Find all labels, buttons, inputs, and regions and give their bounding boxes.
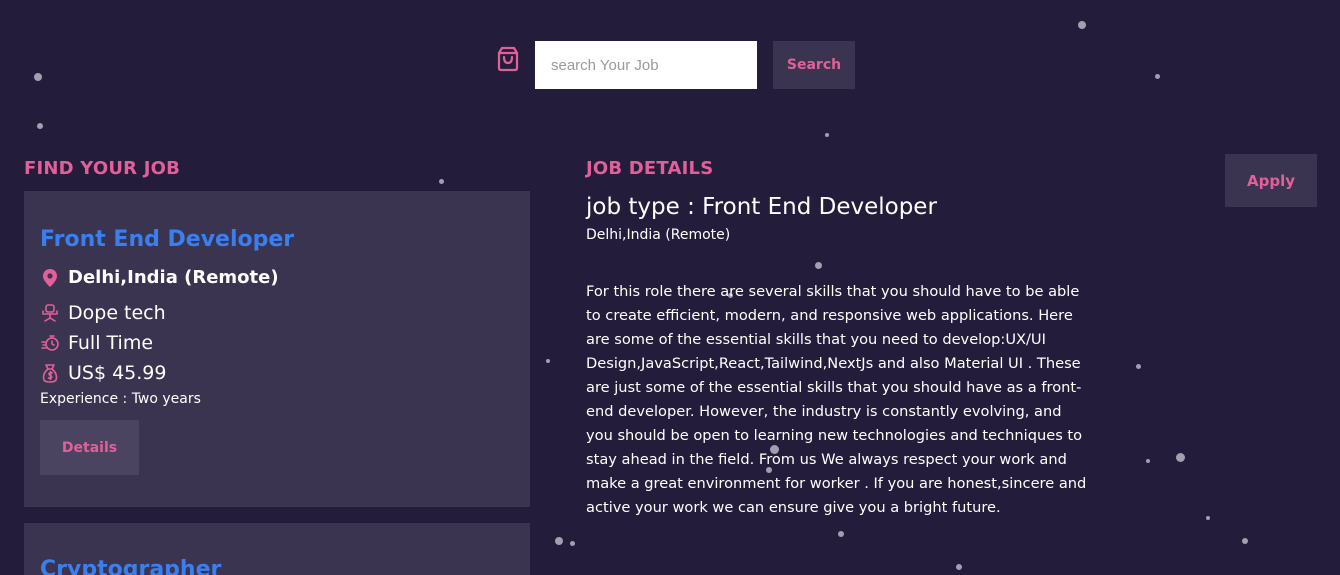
- find-your-job-heading: FIND YOUR JOB: [24, 158, 181, 179]
- background-particle: [439, 179, 444, 184]
- job-title[interactable]: Cryptographer: [40, 557, 221, 575]
- background-particle: [825, 133, 829, 137]
- background-particle: [1242, 538, 1248, 544]
- job-location: Delhi,India (Remote): [40, 267, 279, 288]
- location-pin-icon: [40, 268, 60, 288]
- background-particle: [815, 262, 822, 269]
- job-search-page: Search FIND YOUR JOB Front End Developer…: [0, 0, 1340, 575]
- job-salary: US$ 45.99: [40, 362, 167, 384]
- apply-button[interactable]: Apply: [1225, 154, 1317, 207]
- background-particle: [34, 73, 42, 81]
- job-description: For this role there are several skills t…: [586, 283, 1087, 516]
- shopping-bag-icon: [496, 45, 520, 72]
- job-title[interactable]: Front End Developer: [40, 227, 294, 252]
- stopwatch-icon: [40, 333, 60, 353]
- background-particle: [570, 541, 575, 546]
- background-particle: [546, 359, 550, 363]
- job-company-text: Dope tech: [68, 302, 166, 324]
- search-input[interactable]: [535, 41, 757, 89]
- background-particle: [1078, 21, 1086, 29]
- job-company: Dope tech: [40, 302, 166, 324]
- background-particle: [555, 537, 563, 545]
- details-button[interactable]: Details: [40, 420, 139, 475]
- money-icon: [40, 363, 60, 383]
- background-particle: [37, 123, 43, 129]
- job-type: Full Time: [40, 332, 153, 354]
- background-particle: [838, 531, 844, 537]
- search-button[interactable]: Search: [773, 41, 855, 89]
- background-particle: [1176, 453, 1185, 462]
- detail-location: Delhi,India (Remote): [586, 227, 731, 243]
- detail-job-type: job type : Front End Developer: [586, 194, 937, 220]
- background-particle: [1136, 364, 1141, 369]
- job-salary-text: US$ 45.99: [68, 362, 167, 384]
- background-particle: [1146, 459, 1150, 463]
- job-card: Cryptographer: [24, 523, 530, 575]
- background-particle: [1206, 516, 1210, 520]
- job-card: Front End Developer Delhi,India (Remote)…: [24, 191, 530, 507]
- job-location-text: Delhi,India (Remote): [68, 267, 279, 288]
- office-chair-icon: [40, 303, 60, 323]
- job-details-heading: JOB DETAILS: [586, 158, 714, 179]
- background-particle: [956, 564, 962, 570]
- job-type-text: Full Time: [68, 332, 154, 354]
- background-particle: [1155, 74, 1160, 79]
- job-experience: Experience : Two years: [40, 391, 201, 407]
